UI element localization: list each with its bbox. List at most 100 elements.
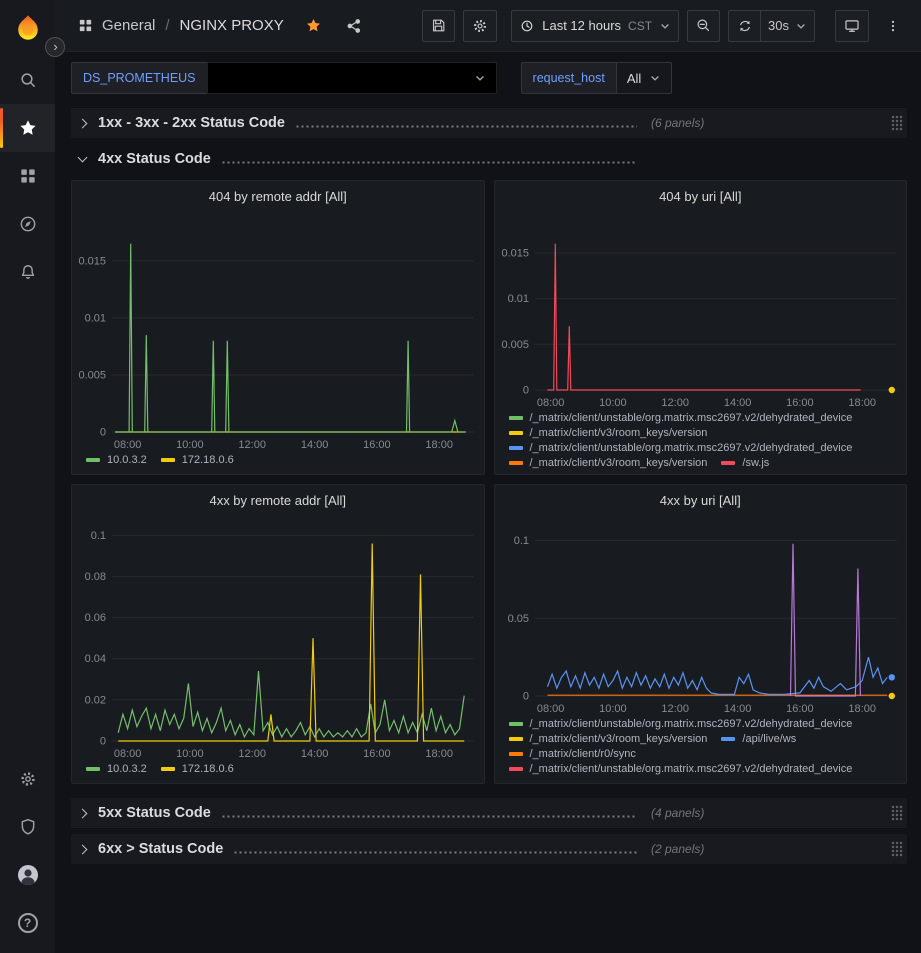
legend-item[interactable]: 172.18.0.6	[161, 454, 234, 466]
legend-item[interactable]: /_matrix/client/v3/room_keys/version	[509, 457, 708, 469]
dashboard-grid-icon	[77, 17, 94, 34]
legend-label: /_matrix/client/r0/sync	[530, 748, 636, 760]
monitor-icon	[843, 17, 861, 35]
breadcrumb-title[interactable]: NGINX PROXY	[180, 17, 284, 34]
panel-legend: 10.0.3.2 172.18.0.6	[72, 452, 484, 474]
variable-select-datasource[interactable]	[207, 62, 497, 94]
variable-group-request-host: request_host All	[521, 62, 673, 94]
kebab-menu-button[interactable]	[877, 10, 909, 42]
gear-icon	[18, 769, 38, 789]
legend-label: /_matrix/client/v3/room_keys/version	[530, 427, 708, 439]
svg-text:0: 0	[522, 385, 528, 397]
dashboard-settings-button[interactable]	[463, 10, 497, 42]
sidebar-item-profile[interactable]	[0, 851, 55, 899]
favorite-star-button[interactable]	[298, 10, 330, 42]
legend-item[interactable]: /_matrix/client/unstable/org.matrix.msc2…	[509, 442, 853, 454]
panel-title[interactable]: 404 by uri [All]	[495, 181, 907, 211]
dashboard-canvas: 1xx - 3xx - 2xx Status Code (6 panels) 4…	[55, 104, 921, 953]
refresh-interval-dropdown[interactable]: 30s	[760, 10, 815, 42]
svg-text:18:00: 18:00	[425, 439, 453, 451]
sidebar-item-server-admin[interactable]	[0, 803, 55, 851]
sidebar-item-starred[interactable]	[0, 104, 55, 152]
legend-item[interactable]: /_matrix/client/unstable/org.matrix.msc2…	[509, 763, 853, 775]
time-series-chart[interactable]: 00.0050.010.01508:0010:0012:0014:0016:00…	[72, 211, 484, 452]
legend-item[interactable]: /_matrix/client/r0/sync	[509, 748, 636, 760]
time-series-chart[interactable]: 00.050.108:0010:0012:0014:0016:0018:00	[495, 515, 907, 716]
row-drag-handle[interactable]	[891, 805, 903, 821]
sidebar-item-explore[interactable]	[0, 200, 55, 248]
svg-text:08:00: 08:00	[536, 397, 564, 409]
time-series-chart[interactable]: 00.020.040.060.080.108:0010:0012:0014:00…	[72, 515, 484, 761]
time-range-label: Last 12 hours	[542, 18, 621, 33]
share-icon	[345, 17, 363, 35]
breadcrumb-section[interactable]: General	[102, 17, 155, 34]
legend-label: 172.18.0.6	[182, 454, 234, 466]
sidebar-expand-button[interactable]: ›	[45, 37, 65, 57]
dashboard-row-5xx[interactable]: 5xx Status Code (4 panels)	[71, 798, 907, 828]
sidebar-item-search[interactable]	[0, 56, 55, 104]
legend-label: /_matrix/client/unstable/org.matrix.msc2…	[530, 442, 853, 454]
refresh-button[interactable]	[728, 10, 760, 42]
svg-text:0: 0	[522, 691, 528, 703]
series-color-swatch	[721, 737, 735, 741]
time-range-picker[interactable]: Last 12 hours CST	[511, 10, 679, 42]
panel-404-by-uri: 404 by uri [All] 00.0050.010.01508:0010:…	[494, 180, 908, 475]
series-color-swatch	[509, 722, 523, 726]
dashboard-row-1xx-3xx-2xx[interactable]: 1xx - 3xx - 2xx Status Code (6 panels)	[71, 108, 907, 138]
panel-legend: 10.0.3.2 172.18.0.6	[72, 761, 484, 783]
legend-item[interactable]: /_matrix/client/v3/room_keys/version	[509, 733, 708, 745]
row-drag-handle[interactable]	[891, 841, 903, 857]
panel-404-by-remote-addr: 404 by remote addr [All] 00.0050.010.015…	[71, 180, 485, 475]
panel-title[interactable]: 404 by remote addr [All]	[72, 181, 484, 211]
chevron-right-icon	[78, 118, 88, 128]
variable-select-request-host[interactable]: All	[616, 62, 672, 94]
dashboard-row-4xx[interactable]: 4xx Status Code	[71, 144, 907, 174]
svg-text:12:00: 12:00	[238, 439, 266, 451]
svg-text:18:00: 18:00	[848, 397, 876, 409]
sidebar-item-dashboards[interactable]	[0, 152, 55, 200]
save-icon	[430, 17, 447, 34]
zoom-out-button[interactable]	[687, 10, 720, 42]
sidebar-item-help[interactable]: ?	[0, 899, 55, 947]
time-series-chart[interactable]: 00.0050.010.01508:0010:0012:0014:0016:00…	[495, 211, 907, 410]
sidebar-top-nav	[0, 56, 55, 296]
star-icon	[18, 118, 38, 138]
sidebar-item-alerting[interactable]	[0, 248, 55, 296]
svg-text:14:00: 14:00	[301, 439, 329, 451]
series-color-swatch	[509, 431, 523, 435]
row-panel-count: (2 panels)	[651, 842, 704, 856]
sidebar-item-configuration[interactable]	[0, 755, 55, 803]
template-variables-bar: DS_PROMETHEUS request_host All	[55, 52, 921, 104]
panel-title[interactable]: 4xx by uri [All]	[495, 485, 907, 515]
kiosk-mode-button[interactable]	[835, 10, 869, 42]
legend-item[interactable]: /_matrix/client/v3/room_keys/version	[509, 427, 708, 439]
legend-item[interactable]: /_matrix/client/unstable/org.matrix.msc2…	[509, 718, 853, 730]
legend-item[interactable]: /api/live/ws	[721, 733, 796, 745]
variable-label-ds-prometheus: DS_PROMETHEUS	[71, 62, 207, 94]
save-dashboard-button[interactable]	[422, 10, 455, 42]
legend-item[interactable]: 172.18.0.6	[161, 763, 234, 775]
svg-text:0.005: 0.005	[501, 339, 529, 351]
legend-item[interactable]: /sw.js	[721, 457, 769, 469]
series-color-swatch	[161, 767, 175, 771]
panel-title[interactable]: 4xx by remote addr [All]	[72, 485, 484, 515]
legend-item[interactable]: 10.0.3.2	[86, 763, 147, 775]
legend-label: 172.18.0.6	[182, 763, 234, 775]
row-dotted-leader	[295, 125, 637, 128]
series-color-swatch	[509, 416, 523, 420]
dashboard-row-6xx[interactable]: 6xx > Status Code (2 panels)	[71, 834, 907, 864]
share-button[interactable]	[338, 10, 370, 42]
refresh-interval-label: 30s	[768, 18, 789, 33]
refresh-group: 30s	[728, 10, 815, 42]
svg-text:08:00: 08:00	[536, 703, 564, 715]
avatar	[16, 863, 40, 887]
star-icon	[305, 17, 322, 34]
legend-label: 10.0.3.2	[107, 454, 147, 466]
row-title: 6xx > Status Code	[98, 841, 223, 857]
grafana-logo-icon	[13, 13, 43, 43]
legend-label: /_matrix/client/unstable/org.matrix.msc2…	[530, 763, 853, 775]
legend-item[interactable]: 10.0.3.2	[86, 454, 147, 466]
svg-text:0.01: 0.01	[85, 312, 106, 324]
row-drag-handle[interactable]	[891, 115, 903, 131]
legend-item[interactable]: /_matrix/client/unstable/org.matrix.msc2…	[509, 412, 853, 424]
